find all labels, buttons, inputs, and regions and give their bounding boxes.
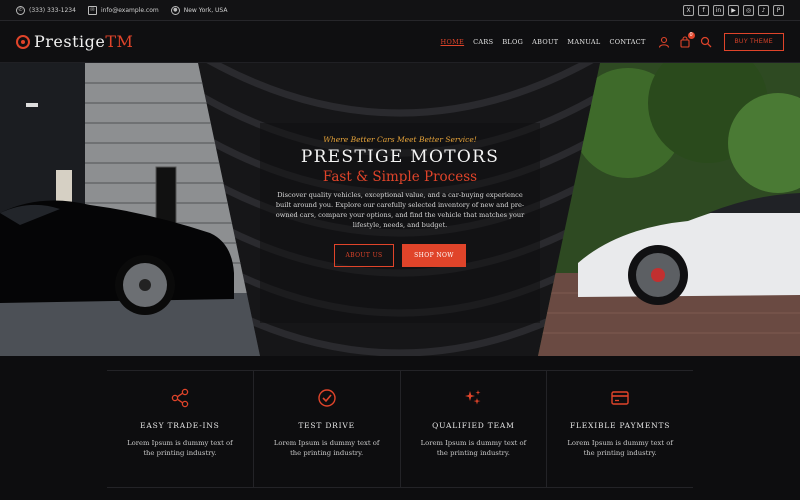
header-icons: 0 xyxy=(658,31,712,48)
feature-description: Lorem Ipsum is dummy text of the printin… xyxy=(273,439,380,457)
hero-buttons: ABOUT US SHOP NOW xyxy=(260,244,540,267)
feature-card: TEST DRIVE Lorem Ipsum is dummy text of … xyxy=(254,371,401,487)
main-header: PrestigeTM HOME CARS BLOG ABOUT MANUAL C… xyxy=(0,21,800,63)
check-circle-icon xyxy=(316,387,338,409)
hero-tagline: Where Better Cars Meet Better Service! xyxy=(323,135,477,144)
hero-description: Discover quality vehicles, exceptional v… xyxy=(275,191,525,229)
pinterest-icon[interactable]: P xyxy=(773,4,784,16)
feature-title: FLEXIBLE PAYMENTS xyxy=(570,421,671,430)
feature-card: QUALIFIED TEAM Lorem Ipsum is dummy text… xyxy=(401,371,548,487)
share-icon xyxy=(169,387,191,409)
cart-count-badge: 0 xyxy=(687,31,695,39)
top-bar: ✆ (333) 333-1234 ✉ info@example.com ● Ne… xyxy=(0,0,800,21)
phone-icon: ✆ xyxy=(16,5,25,15)
steering-wheel-icon xyxy=(16,34,30,49)
feature-description: Lorem Ipsum is dummy text of the printin… xyxy=(420,439,527,457)
location-text: New York, USA xyxy=(183,6,228,14)
feature-card: FLEXIBLE PAYMENTS Lorem Ipsum is dummy t… xyxy=(547,371,693,487)
nav-blog[interactable]: BLOG xyxy=(502,38,523,46)
location-pin-icon: ● xyxy=(170,5,180,15)
email-text: info@example.com xyxy=(100,6,159,14)
contact-location: ● New York, USA xyxy=(170,5,228,15)
feature-description: Lorem Ipsum is dummy text of the printin… xyxy=(127,439,233,457)
phone-text: (333) 333-1234 xyxy=(29,6,76,14)
instagram-icon[interactable]: ◎ xyxy=(743,4,754,16)
hero-subtitle: Fast & Simple Process xyxy=(322,169,478,185)
mail-icon: ✉ xyxy=(87,5,97,15)
x-icon[interactable]: X xyxy=(683,4,694,16)
hero-title: PRESTIGE MOTORS xyxy=(300,147,500,167)
shop-now-button[interactable]: SHOP NOW xyxy=(402,244,466,267)
linkedin-icon[interactable]: in xyxy=(713,4,724,16)
social-links: X f in ▶ ◎ ♪ P xyxy=(683,4,784,16)
main-nav: HOME CARS BLOG ABOUT MANUAL CONTACT xyxy=(441,38,646,46)
features-row: EASY TRADE-INS Lorem Ipsum is dummy text… xyxy=(107,370,693,488)
nav-home[interactable]: HOME xyxy=(441,38,465,46)
nav-contact[interactable]: CONTACT xyxy=(610,38,646,46)
nav-cars[interactable]: CARS xyxy=(473,38,493,46)
cart-icon[interactable]: 0 xyxy=(679,31,695,48)
feature-title: EASY TRADE-INS xyxy=(140,421,220,430)
user-icon[interactable] xyxy=(658,36,670,48)
youtube-icon[interactable]: ▶ xyxy=(728,4,739,16)
contact-phone[interactable]: ✆ (333) 333-1234 xyxy=(16,5,76,15)
search-icon[interactable] xyxy=(700,36,712,48)
about-us-button[interactable]: ABOUT US xyxy=(334,244,394,267)
contact-email[interactable]: ✉ info@example.com xyxy=(87,5,159,15)
nav-manual[interactable]: MANUAL xyxy=(567,38,600,46)
feature-card: EASY TRADE-INS Lorem Ipsum is dummy text… xyxy=(107,371,254,487)
credit-card-icon xyxy=(609,387,631,409)
feature-description: Lorem Ipsum is dummy text of the printin… xyxy=(567,439,673,457)
buy-theme-button[interactable]: BUY THEME xyxy=(723,32,784,51)
site-logo[interactable]: PrestigeTM xyxy=(16,32,133,51)
sparkle-icon xyxy=(462,387,484,409)
logo-text: PrestigeTM xyxy=(34,32,134,51)
hero-section: Where Better Cars Meet Better Service! P… xyxy=(0,63,800,356)
features-section: EASY TRADE-INS Lorem Ipsum is dummy text… xyxy=(0,356,800,500)
feature-title: QUALIFIED TEAM xyxy=(432,421,515,430)
hero-content: Where Better Cars Meet Better Service! P… xyxy=(260,135,540,267)
feature-title: TEST DRIVE xyxy=(298,421,355,430)
tiktok-icon[interactable]: ♪ xyxy=(758,4,769,16)
nav-about[interactable]: ABOUT xyxy=(532,38,558,46)
facebook-icon[interactable]: f xyxy=(698,4,709,16)
